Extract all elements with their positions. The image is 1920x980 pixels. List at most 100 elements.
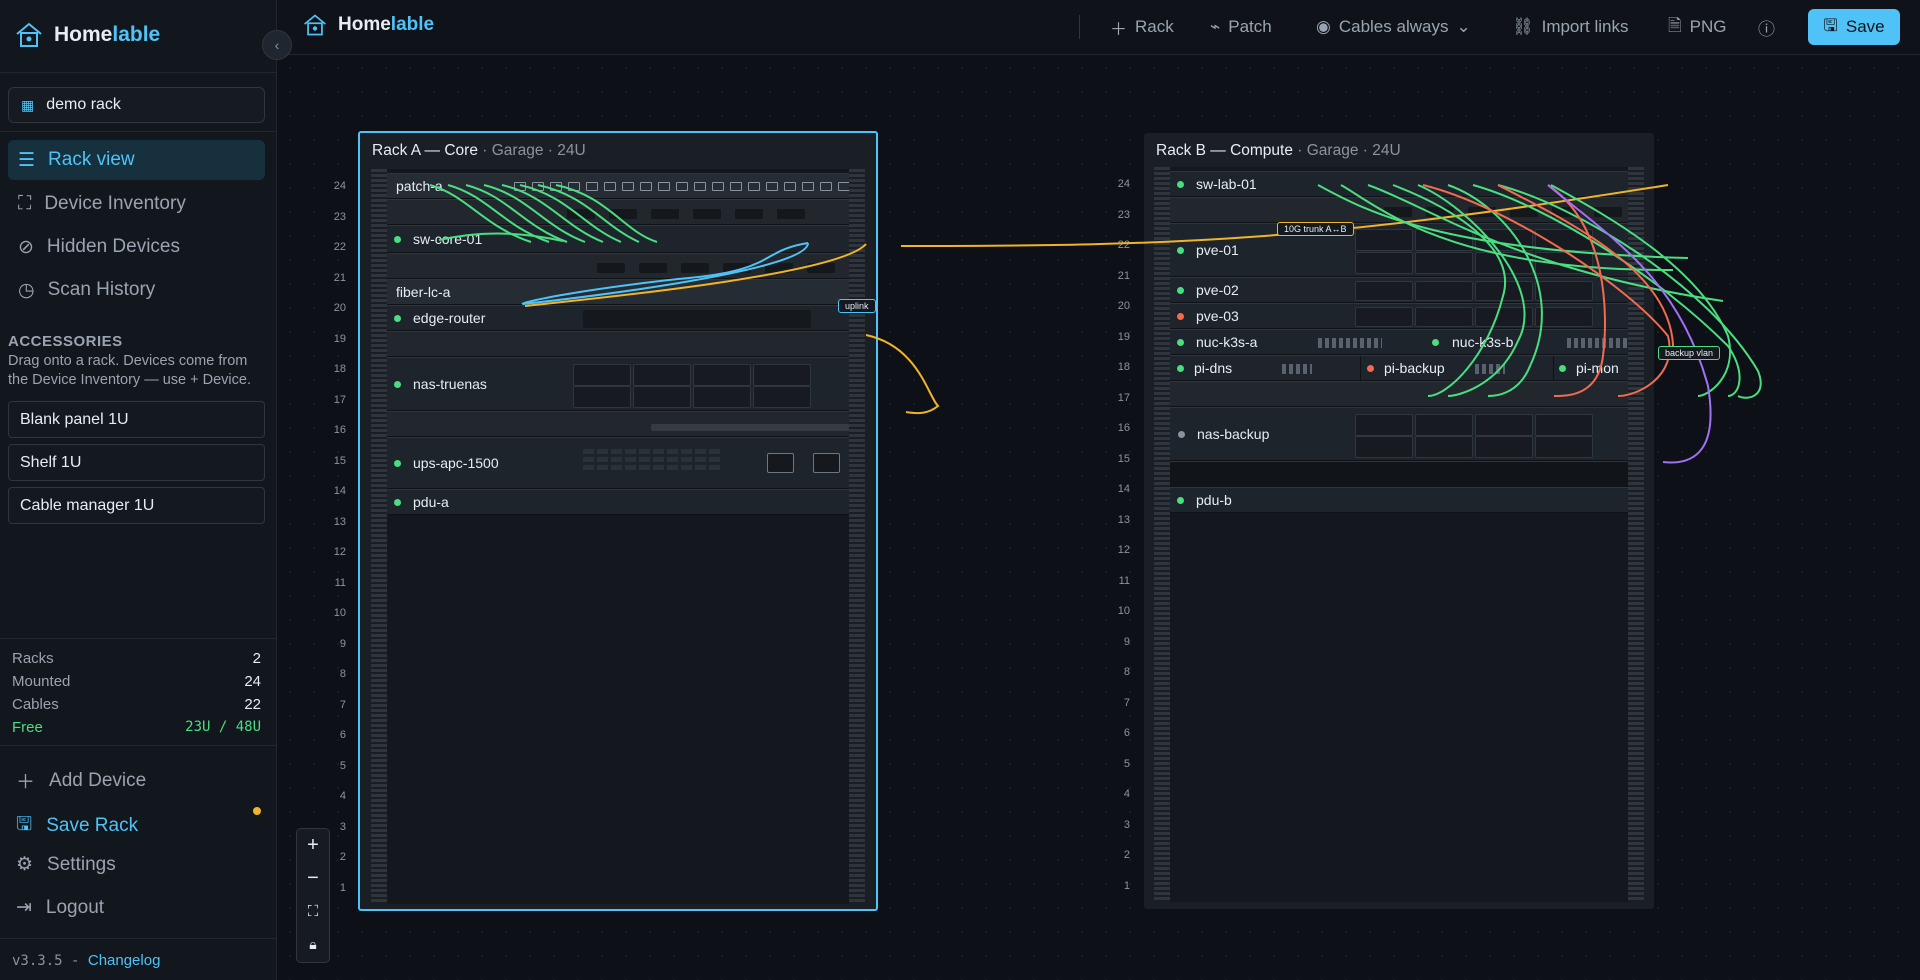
add-device-button[interactable]: ＋ Add Device: [16, 767, 146, 794]
nav-rack-view[interactable]: ☰ Rack view: [8, 140, 265, 180]
cables-visibility-dropdown[interactable]: ◉ Cables always ⌄: [1316, 14, 1471, 40]
unit-number: 6: [1123, 727, 1130, 739]
device-patch-a[interactable]: patch-a: [387, 173, 849, 199]
app-logo[interactable]: Homelable: [14, 20, 160, 50]
top-toolbar: Homelable ＋ Rack ⌁ Patch ◉ Cables always ⌄ ⛓…: [278, 0, 1920, 55]
port[interactable]: [820, 182, 832, 191]
help-button[interactable]: ⓘ: [1758, 14, 1775, 40]
lock-button[interactable]: 🔒︎: [297, 928, 329, 961]
port[interactable]: [766, 182, 778, 191]
fit-view-button[interactable]: ⛶: [297, 895, 329, 928]
cable-label-uplink[interactable]: uplink: [838, 299, 876, 313]
port[interactable]: [514, 182, 526, 191]
device-nas-truenas[interactable]: nas-truenas: [387, 357, 849, 411]
slot: [1552, 207, 1580, 217]
zoom-in-button[interactable]: +: [297, 829, 329, 862]
version-info: v3.3.5 - Changelog: [12, 952, 161, 969]
port[interactable]: [712, 182, 724, 191]
device-nas-backup[interactable]: nas-backup: [1170, 407, 1628, 461]
status-led: [1432, 339, 1439, 346]
nav-device-inventory[interactable]: ⛶ Device Inventory: [8, 184, 265, 224]
unit-number: 21: [333, 271, 346, 284]
nav-scan-history[interactable]: ◷ Scan History: [8, 270, 265, 310]
unit-number: 13: [333, 515, 346, 528]
status-led: [394, 314, 401, 322]
accessory-cable-manager[interactable]: Cable manager 1U: [8, 487, 265, 524]
device-pve-01[interactable]: pve-01: [1170, 223, 1628, 277]
unit-number: 23: [1117, 208, 1130, 221]
save-rack-button[interactable]: 🖫 Save Rack: [16, 810, 138, 842]
port[interactable]: [568, 182, 580, 191]
cable-label-backup-vlan[interactable]: backup vlan: [1658, 346, 1721, 360]
changelog-link[interactable]: Changelog: [88, 952, 161, 969]
unit-number: 2: [1123, 849, 1130, 861]
port[interactable]: [676, 182, 688, 191]
rack-a[interactable]: Rack A — Core · Garage · 24U 24 23 22 21 20 1…: [334, 131, 878, 911]
port[interactable]: [694, 182, 706, 191]
port[interactable]: [640, 182, 652, 191]
stat-free: Free 23U / 48U: [12, 719, 261, 736]
unit-number: 22: [1117, 239, 1130, 251]
minus-icon: −: [307, 867, 319, 889]
port[interactable]: [622, 182, 634, 191]
device-pve-02[interactable]: pve-02: [1170, 277, 1628, 303]
device-pi-row[interactable]: pi-dns pi-backup pi-mon: [1170, 355, 1628, 381]
device-fiber-lc-a[interactable]: fiber-lc-a: [387, 279, 849, 305]
settings-button[interactable]: ⚙ Settings: [16, 853, 116, 876]
nav-hidden-devices[interactable]: ⊘ Hidden Devices: [8, 227, 265, 267]
help-icon: ⓘ: [1758, 19, 1775, 39]
device-nuc-k3s[interactable]: nuc-k3s-a nuc-k3s-b: [1170, 329, 1628, 355]
cable-label-trunk[interactable]: 10G trunk A↔B: [1277, 222, 1354, 236]
device-ups-apc-1500[interactable]: ups-apc-1500: [387, 437, 849, 489]
accessory-shelf[interactable]: Shelf 1U: [8, 444, 265, 481]
rack-selector[interactable]: ▦ demo rack: [8, 87, 265, 123]
plus-icon: ＋: [1110, 19, 1127, 39]
rack-canvas[interactable]: Rack A — Core · Garage · 24U 24 23 22 21 20 1…: [278, 56, 1920, 980]
unit-number: 15: [333, 454, 346, 467]
zoom-out-button[interactable]: −: [297, 862, 329, 895]
accessory-blank-panel[interactable]: Blank panel 1U: [8, 401, 265, 438]
unit-number: 18: [333, 363, 346, 375]
save-icon: 🖫: [16, 814, 33, 835]
rack-selector-label: demo rack: [46, 96, 121, 113]
port[interactable]: [658, 182, 670, 191]
port[interactable]: [802, 182, 814, 191]
slot: [681, 263, 709, 273]
port[interactable]: [748, 182, 760, 191]
sidebar: Homelable ▦ demo rack ☰ Rack view ⛶ Device…: [0, 0, 277, 980]
save-button[interactable]: 🖫 Save: [1808, 9, 1900, 45]
save-icon: 🖫: [1823, 15, 1838, 35]
link-icon: ⛓: [1512, 17, 1534, 36]
device-sw-lab-01[interactable]: sw-lab-01: [1170, 171, 1628, 197]
port[interactable]: [730, 182, 742, 191]
device-pdu-a[interactable]: pdu-a: [387, 489, 849, 515]
collapse-sidebar-button[interactable]: ‹: [262, 30, 292, 60]
import-links-button[interactable]: ⛓ Import links: [1512, 14, 1629, 40]
eye-off-icon: ⊘: [18, 236, 34, 258]
export-png-button[interactable]: 🗎 PNG: [1668, 14, 1727, 40]
accessories-description: Drag onto a rack. Devices come from the …: [8, 353, 251, 388]
slot: [735, 209, 763, 219]
port[interactable]: [550, 182, 562, 191]
slot: [777, 209, 805, 219]
blank-panel: [1170, 381, 1628, 407]
device-pve-03[interactable]: pve-03: [1170, 303, 1628, 329]
sw-core-01-rear: [387, 253, 849, 279]
device-edge-router[interactable]: edge-router: [387, 305, 849, 331]
house-logo-icon: [304, 14, 326, 36]
unit-number: 3: [1123, 818, 1130, 831]
list-icon: ☰: [18, 149, 36, 171]
add-rack-button[interactable]: ＋ Rack: [1110, 14, 1174, 40]
patch-button[interactable]: ⌁ Patch: [1210, 14, 1272, 40]
port[interactable]: [784, 182, 796, 191]
port[interactable]: [586, 182, 598, 191]
port[interactable]: [838, 182, 849, 191]
unit-number: 9: [339, 637, 346, 650]
logout-button[interactable]: ⇥ Logout: [16, 896, 104, 919]
slot: [651, 209, 679, 219]
device-sw-core-01[interactable]: sw-core-01: [387, 225, 849, 253]
port[interactable]: [604, 182, 616, 191]
port[interactable]: [532, 182, 544, 191]
device-pdu-b[interactable]: pdu-b: [1170, 487, 1628, 513]
rack-b[interactable]: Rack B — Compute · Garage · 24U 24 23 22 21…: [1118, 133, 1654, 909]
